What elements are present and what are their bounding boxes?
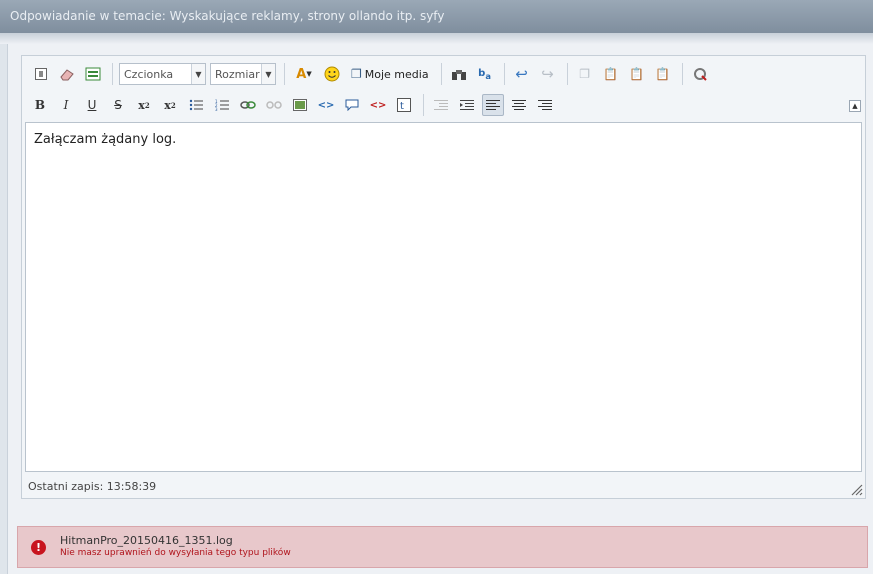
size-select[interactable]: Rozmiar ▼	[210, 63, 276, 85]
toolbar-row-1: Czcionka ▼ Rozmiar ▼ A ▼ ❐ Moje media ba …	[22, 59, 865, 89]
svg-text:3: 3	[215, 107, 218, 111]
unlink-icon[interactable]	[263, 94, 285, 116]
replace-icon[interactable]: ba	[474, 63, 496, 85]
quote-icon[interactable]	[341, 94, 363, 116]
eraser-icon[interactable]	[56, 63, 78, 85]
toolbar-separator	[681, 63, 683, 85]
toolbar-separator	[112, 63, 113, 85]
toolbar-separator	[440, 63, 442, 85]
indent-icon[interactable]	[456, 94, 478, 116]
toolbar-separator	[503, 63, 505, 85]
bulleted-list-icon[interactable]	[185, 94, 207, 116]
paste-text-icon[interactable]: 📋	[626, 63, 648, 85]
find-icon[interactable]	[448, 63, 470, 85]
align-left-icon[interactable]	[482, 94, 504, 116]
remove-format-icon[interactable]	[82, 63, 104, 85]
chevron-down-icon[interactable]: ▼	[261, 64, 275, 84]
spellcheck-icon[interactable]	[689, 63, 711, 85]
upload-error-bar: ! HitmanPro_20150416_1351.log Nie masz u…	[17, 526, 868, 568]
autosave-status: Ostatni zapis: 13:58:39	[28, 480, 157, 493]
rich-text-editor: Czcionka ▼ Rozmiar ▼ A ▼ ❐ Moje media ba …	[21, 55, 866, 499]
font-select[interactable]: Czcionka ▼	[119, 63, 206, 85]
redo-icon[interactable]: ↪	[537, 63, 559, 85]
my-media-button[interactable]: ❐ Moje media	[347, 63, 433, 85]
strikethrough-icon[interactable]: S	[107, 94, 129, 116]
paste-icon[interactable]: 📋	[600, 63, 622, 85]
smiley-icon[interactable]	[321, 63, 343, 85]
error-filename: HitmanPro_20150416_1351.log	[60, 534, 233, 547]
svg-text:t: t	[400, 101, 404, 112]
toolbar-separator	[284, 63, 285, 85]
toolbar-row-2: B I U S x2 x2 123 <> <> t	[22, 90, 865, 120]
media-icon: ❐	[351, 67, 362, 81]
message-textarea[interactable]: Załączam żądany log.	[25, 122, 862, 472]
collapse-toolbar-icon[interactable]: ▲	[849, 100, 861, 112]
copy-icon[interactable]: ❐	[574, 63, 596, 85]
align-right-icon[interactable]	[534, 94, 556, 116]
source-mode-icon[interactable]	[30, 63, 52, 85]
page-title: Odpowiadanie w temacie: Wyskakujące rekl…	[0, 0, 873, 33]
php-icon[interactable]: t	[393, 94, 415, 116]
size-select-label: Rozmiar	[215, 67, 260, 81]
toolbar-separator	[423, 94, 424, 116]
font-select-label: Czcionka	[124, 67, 174, 81]
underline-icon[interactable]: U	[81, 94, 103, 116]
paste-word-icon[interactable]: 📋	[652, 63, 674, 85]
my-media-label: Moje media	[364, 67, 429, 81]
italic-icon[interactable]: I	[55, 94, 77, 116]
resize-handle-icon[interactable]	[849, 482, 863, 496]
link-icon[interactable]	[237, 94, 259, 116]
bold-icon[interactable]: B	[29, 94, 51, 116]
numbered-list-icon[interactable]: 123	[211, 94, 233, 116]
title-shadow	[0, 33, 873, 44]
superscript-icon[interactable]: x2	[159, 94, 181, 116]
image-icon[interactable]	[289, 94, 311, 116]
toolbar-separator	[566, 63, 568, 85]
html-icon[interactable]: <>	[367, 94, 389, 116]
error-icon: !	[31, 540, 46, 555]
text-color-icon[interactable]: A ▼	[291, 63, 317, 85]
outdent-icon[interactable]	[430, 94, 452, 116]
left-rail	[0, 44, 8, 574]
chevron-down-icon[interactable]: ▼	[191, 64, 205, 84]
error-message: Nie masz uprawnień do wysyłania tego typ…	[60, 548, 291, 558]
subscript-icon[interactable]: x2	[133, 94, 155, 116]
code-icon[interactable]: <>	[315, 94, 337, 116]
align-center-icon[interactable]	[508, 94, 530, 116]
undo-icon[interactable]: ↩	[511, 63, 533, 85]
